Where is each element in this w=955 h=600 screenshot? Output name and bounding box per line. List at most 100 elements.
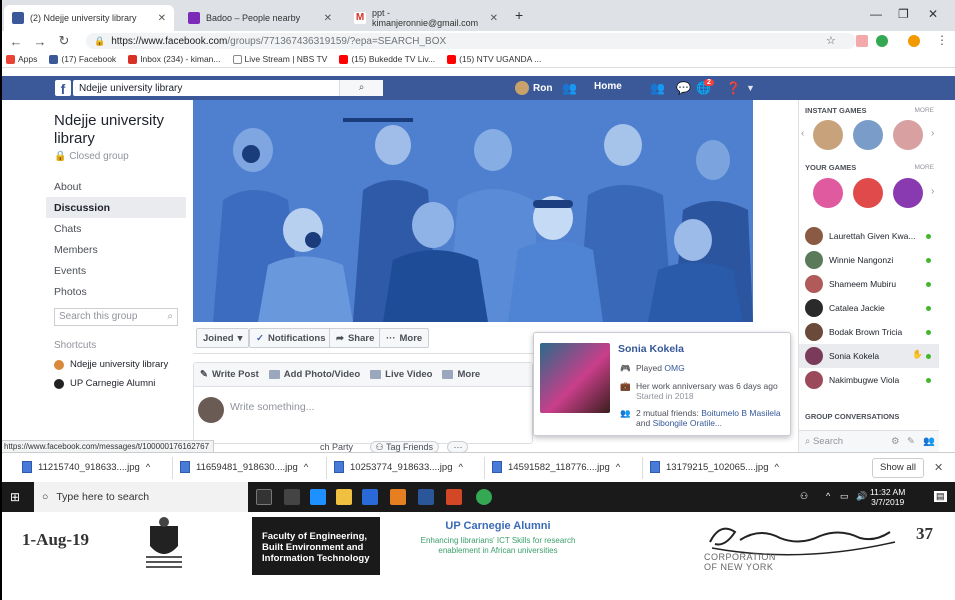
help-icon[interactable]: ❓ — [726, 81, 741, 95]
show-all-downloads-button[interactable]: Show all — [872, 458, 924, 478]
home-link[interactable]: Home — [594, 81, 622, 92]
nav-about[interactable]: About — [46, 176, 186, 197]
minimize-icon[interactable]: — — [870, 7, 882, 21]
instant-game-thumbnail[interactable] — [813, 120, 843, 150]
write-something-input[interactable]: Write something... — [230, 401, 314, 413]
outlook-icon[interactable] — [390, 489, 406, 505]
powerpoint-icon[interactable] — [446, 489, 462, 505]
joined-button[interactable]: Joined ▾ — [196, 328, 250, 348]
friend-requests-icon[interactable]: 👥 — [650, 81, 665, 95]
bookmark-bukedde[interactable]: (15) Bukedde TV Liv... — [339, 54, 435, 64]
chevron-up-icon[interactable]: ^ — [616, 462, 620, 473]
facebook-logo-icon[interactable]: f — [55, 80, 71, 97]
search-icon[interactable]: ⌕ — [167, 309, 173, 325]
tab-ndejje[interactable]: (2) Ndejje university library ✕ — [4, 5, 174, 31]
close-tab-icon[interactable]: ✕ — [490, 13, 498, 24]
chat-contact[interactable]: Laurettah Given Kwa... — [799, 224, 939, 248]
back-arrow-icon[interactable]: ← — [8, 34, 24, 49]
extension-icon[interactable] — [856, 35, 868, 47]
nav-chats[interactable]: Chats — [46, 218, 186, 239]
download-item[interactable]: 11215740_918633....jpg ^ — [22, 461, 150, 473]
nav-discussion[interactable]: Discussion — [46, 197, 186, 218]
wave-hand-icon[interactable]: ✋ — [912, 349, 923, 360]
mutual-friend-link[interactable]: Boitumelo B Masilela — [701, 408, 780, 418]
close-download-shelf-icon[interactable]: ✕ — [934, 461, 943, 474]
chevron-up-icon[interactable]: ^ — [775, 462, 779, 473]
facebook-search-input[interactable]: Ndejje university library ⌕ — [73, 80, 383, 96]
download-item[interactable]: 13179215_102065....jpg ^ — [650, 461, 779, 473]
word-icon[interactable] — [418, 489, 434, 505]
played-game-link[interactable]: OMG — [664, 363, 684, 373]
task-view-icon[interactable] — [284, 489, 300, 505]
forward-arrow-icon[interactable]: → — [32, 34, 48, 49]
address-bar[interactable]: 🔒 https://www.facebook.com/groups/771367… — [86, 33, 856, 49]
bookmark-star-icon[interactable]: ☆ — [826, 34, 836, 47]
settings-gear-icon[interactable]: ⚙ — [891, 431, 900, 453]
chat-search-input[interactable]: ⌕ Search ⚙ ✎ 👥 — [799, 430, 939, 452]
extension-icon[interactable] — [876, 35, 888, 47]
bookmark-ntv[interactable]: (15) NTV UGANDA ... — [447, 54, 541, 64]
file-explorer-icon[interactable] — [336, 489, 352, 505]
add-group-icon[interactable]: 👥 — [923, 431, 935, 453]
tray-chevron-icon[interactable]: ^ — [826, 491, 830, 501]
chat-contact[interactable]: Bodak Brown Tricia — [799, 320, 939, 344]
download-item[interactable]: 14591582_118776....jpg ^ — [492, 461, 620, 473]
chat-contact-hovered[interactable]: Sonia Kokela ✋ — [799, 344, 939, 368]
bookmark-inbox[interactable]: Inbox (234) - kiman... — [128, 54, 221, 64]
hovercard-profile-photo[interactable] — [540, 343, 610, 413]
edge-browser-icon[interactable] — [310, 489, 326, 505]
chevron-up-icon[interactable]: ^ — [459, 462, 463, 473]
group-title[interactable]: Ndejje university library — [54, 112, 186, 148]
bookmark-apps[interactable]: Apps — [6, 54, 37, 64]
profile-avatar-icon[interactable] — [908, 35, 920, 47]
compose-icon[interactable]: ✎ — [907, 431, 915, 453]
your-game-thumbnail[interactable] — [893, 178, 923, 208]
taskbar-search-input[interactable]: ○ Type here to search — [34, 482, 248, 512]
restore-icon[interactable]: ❐ — [898, 7, 909, 21]
chat-contact[interactable]: Nakimbugwe Viola — [799, 368, 939, 392]
search-icon[interactable]: ⌕ — [339, 80, 383, 96]
network-icon[interactable]: ▭ — [840, 491, 849, 502]
your-game-thumbnail[interactable] — [853, 178, 883, 208]
volume-icon[interactable]: 🔊 — [856, 491, 867, 502]
window-close-icon[interactable]: ✕ — [928, 7, 938, 21]
bookmark-nbs[interactable]: Live Stream | NBS TV — [232, 54, 327, 64]
reload-icon[interactable]: ↻ — [56, 33, 72, 49]
tab-badoo[interactable]: Badoo – People nearby ✕ — [180, 5, 340, 31]
nav-events[interactable]: Events — [46, 260, 186, 281]
tab-live-video[interactable]: Live Video — [370, 369, 432, 380]
instant-game-thumbnail[interactable] — [893, 120, 923, 150]
new-tab-icon[interactable]: + — [515, 7, 523, 23]
mutual-friend-link[interactable]: Sibongile Oratile... — [653, 418, 722, 428]
nav-members[interactable]: Members — [46, 239, 186, 260]
nav-photos[interactable]: Photos — [46, 281, 186, 302]
microphone-icon[interactable] — [256, 489, 272, 505]
tab-gmail[interactable]: M ppt - kimanjeronnie@gmail.com ✕ — [346, 5, 506, 31]
tab-add-photo-video[interactable]: Add Photo/Video — [268, 369, 360, 380]
chevron-up-icon[interactable]: ^ — [146, 462, 150, 473]
chevron-right-icon[interactable]: › — [931, 128, 934, 139]
more-button[interactable]: ··· More — [379, 328, 430, 348]
notifications-center-icon[interactable]: ▤ — [934, 491, 947, 502]
close-tab-icon[interactable]: ✕ — [158, 13, 166, 24]
chrome-icon[interactable] — [476, 489, 492, 505]
messenger-icon[interactable]: 💬 — [676, 81, 691, 95]
your-game-thumbnail[interactable] — [813, 178, 843, 208]
shortcut-ndejje[interactable]: Ndejje university library — [54, 359, 186, 370]
bookmark-facebook[interactable]: (17) Facebook — [49, 54, 116, 64]
profile-link[interactable]: Ron — [515, 81, 552, 95]
group-search-input[interactable]: Search this group ⌕ — [54, 308, 178, 326]
download-item[interactable]: 10253774_918633....jpg ^ — [334, 461, 463, 473]
shortcut-up-carnegie[interactable]: UP Carnegie Alumni — [54, 378, 186, 389]
people-icon[interactable]: ⚇ — [800, 491, 808, 502]
instant-games-more-link[interactable]: MORE — [915, 107, 935, 114]
share-button[interactable]: ➦ Share — [329, 328, 382, 348]
tab-write-post[interactable]: ✎ Write Post — [200, 369, 259, 380]
hovercard-name[interactable]: Sonia Kokela — [618, 343, 684, 355]
group-cover-photo[interactable] — [193, 100, 753, 322]
store-icon[interactable] — [362, 489, 378, 505]
your-games-more-link[interactable]: MORE — [915, 164, 935, 171]
account-menu-chevron-icon[interactable]: ▼ — [746, 83, 755, 93]
windows-start-icon[interactable]: ⊞ — [10, 490, 20, 504]
chevron-up-icon[interactable]: ^ — [304, 462, 308, 473]
